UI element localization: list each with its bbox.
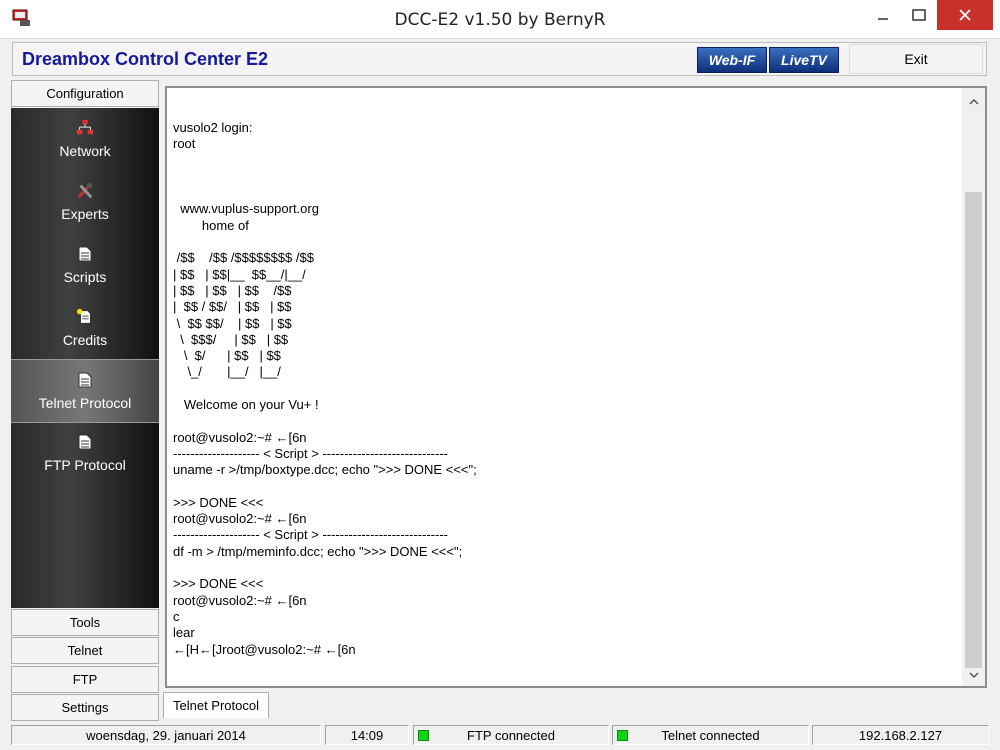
app-header: Dreambox Control Center E2 Web-IF LiveTV… — [12, 42, 987, 76]
telnet-status-led — [617, 730, 628, 741]
network-icon — [76, 119, 94, 137]
sidebar-item-label: FTP Protocol — [44, 457, 126, 473]
tab-configuration[interactable]: Configuration — [11, 80, 159, 107]
configuration-panel: Network Experts Scripts Credits Telnet P… — [11, 108, 159, 608]
sidebar-item-label: Experts — [61, 206, 109, 222]
scroll-up-button[interactable] — [962, 88, 985, 114]
tab-ftp[interactable]: FTP — [11, 666, 159, 693]
sidebar-item-ftp-protocol[interactable]: FTP Protocol — [11, 422, 159, 484]
status-date: woensdag, 29. januari 2014 — [11, 725, 321, 745]
sidebar-item-scripts[interactable]: Scripts — [11, 234, 159, 296]
vertical-scrollbar[interactable] — [962, 88, 985, 686]
telnet-terminal[interactable]: vusolo2 login: root www.vuplus-support.o… — [165, 86, 987, 688]
close-icon — [959, 9, 971, 21]
livetv-button[interactable]: LiveTV — [769, 47, 839, 73]
scroll-thumb[interactable] — [965, 192, 982, 668]
exit-button[interactable]: Exit — [849, 44, 983, 74]
status-ip: 192.168.2.127 — [812, 725, 989, 745]
scroll-down-button[interactable] — [962, 664, 985, 686]
tools-icon — [76, 182, 94, 200]
document-icon — [76, 371, 94, 389]
window-title: DCC-E2 v1.50 by BernyR — [394, 10, 606, 30]
terminal-output: vusolo2 login: root www.vuplus-support.o… — [173, 120, 477, 657]
credits-icon — [76, 308, 94, 326]
title-bar: DCC-E2 v1.50 by BernyR — [0, 0, 1000, 39]
tab-telnet[interactable]: Telnet — [11, 637, 159, 664]
chevron-up-icon — [968, 98, 979, 105]
telnet-status-text: Telnet connected — [661, 727, 760, 743]
sidebar-item-telnet-protocol[interactable]: Telnet Protocol — [11, 359, 159, 423]
minimize-button[interactable] — [860, 0, 906, 30]
ftp-status-led — [418, 730, 429, 741]
close-button[interactable] — [937, 0, 993, 30]
ftp-status-text: FTP connected — [467, 727, 555, 743]
status-bar: woensdag, 29. januari 2014 14:09 FTP con… — [0, 722, 1000, 750]
sidebar-item-label: Credits — [62, 332, 108, 348]
status-time: 14:09 — [325, 725, 409, 745]
sidebar-item-network[interactable]: Network — [11, 108, 159, 170]
sidebar-item-credits[interactable]: Credits — [11, 297, 159, 359]
sidebar-item-experts[interactable]: Experts — [11, 171, 159, 233]
tab-settings[interactable]: Settings — [11, 694, 159, 721]
sidebar-item-label: Telnet Protocol — [38, 395, 132, 411]
sidebar-item-label: Scripts — [63, 269, 107, 285]
status-telnet: Telnet connected — [612, 725, 809, 745]
sidebar: Configuration Network Experts Scripts Cr… — [11, 80, 159, 721]
status-ftp: FTP connected — [413, 725, 609, 745]
webif-button[interactable]: Web-IF — [697, 47, 767, 73]
document-icon — [76, 433, 94, 451]
sidebar-item-label: Network — [59, 143, 111, 159]
document-icon — [76, 245, 94, 263]
app-title: Dreambox Control Center E2 — [22, 49, 269, 69]
chevron-down-icon — [968, 671, 979, 678]
tab-telnet-protocol[interactable]: Telnet Protocol — [163, 692, 269, 718]
tab-tools[interactable]: Tools — [11, 609, 159, 636]
maximize-button[interactable] — [906, 0, 932, 30]
